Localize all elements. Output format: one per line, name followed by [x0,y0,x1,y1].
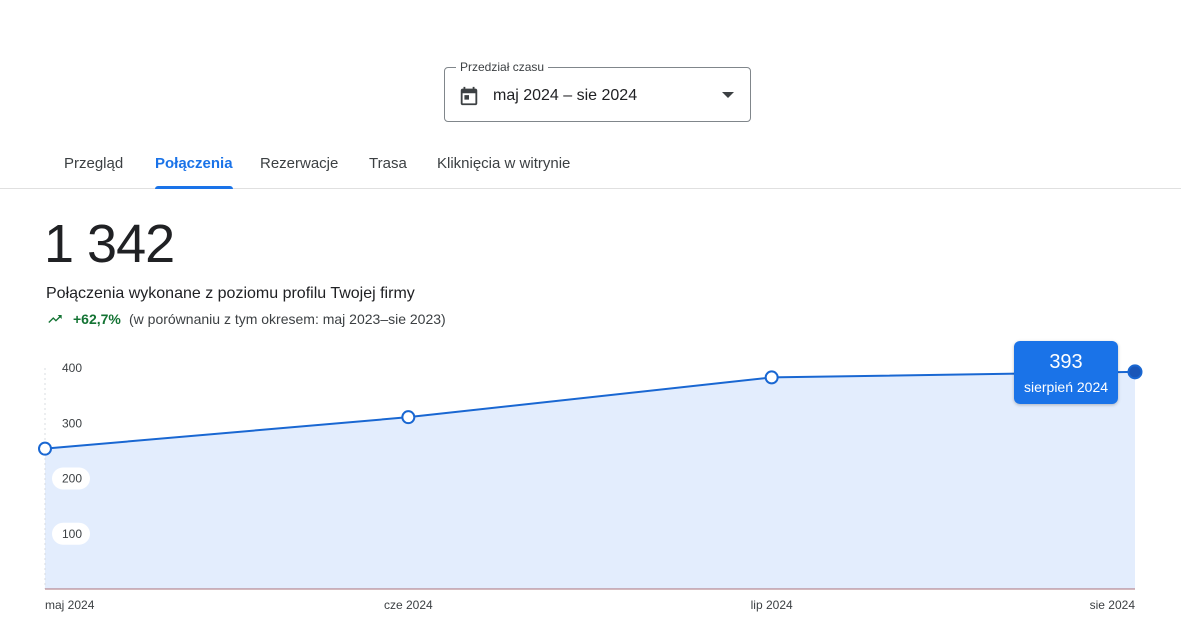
y-tick-label: 300 [62,416,82,430]
chart-area [45,371,1135,589]
x-tick-label: cze 2024 [384,598,433,612]
x-tick-label: lip 2024 [751,598,793,612]
connections-chart: 100 200 300 400 maj 2024 cze 2024 lip 2024 sie … [38,361,1143,612]
change-percent: +62,7% [73,311,121,327]
metric-description: Połączenia wykonane z poziomu profilu Tw… [46,285,415,302]
tab-trasa[interactable]: Trasa [369,145,407,188]
x-tick-label: maj 2024 [45,598,95,612]
y-tick-label: 400 [62,361,82,375]
date-range-label: Przedział czasu [456,59,549,75]
tab-przeglad[interactable]: Przegląd [64,145,123,188]
chart-tooltip: 393 sierpień 2024 [1014,341,1118,404]
y-tick-label: 200 [62,472,82,486]
y-tick-label: 100 [62,527,82,541]
metric-value: 1 342 [44,214,175,274]
chart-data-point [1127,364,1143,380]
trending-up-icon [48,315,62,323]
date-range-select[interactable]: Przedział czasu maj 2024 – sie 2024 [444,59,751,122]
tab-rezerwacje[interactable]: Rezerwacje [260,145,338,188]
chart-data-point [764,370,779,385]
chevron-down-icon [722,92,734,98]
tab-bar: Przegląd Połączenia Rezerwacje Trasa Kli… [0,145,1181,189]
tooltip-label: sierpień 2024 [1023,379,1109,395]
x-tick-label: sie 2024 [1090,598,1136,612]
chart-data-point [38,441,52,456]
comparison-text: (w porównaniu z tym okresem: maj 2023–si… [129,311,446,327]
tab-klikniecia[interactable]: Kliknięcia w witrynie [437,145,570,188]
chart-data-point [401,410,416,425]
tab-polaczenia[interactable]: Połączenia [155,145,233,189]
calendar-icon [460,86,478,106]
date-range-value: maj 2024 – sie 2024 [493,87,638,104]
tooltip-value: 393 [1049,351,1083,373]
